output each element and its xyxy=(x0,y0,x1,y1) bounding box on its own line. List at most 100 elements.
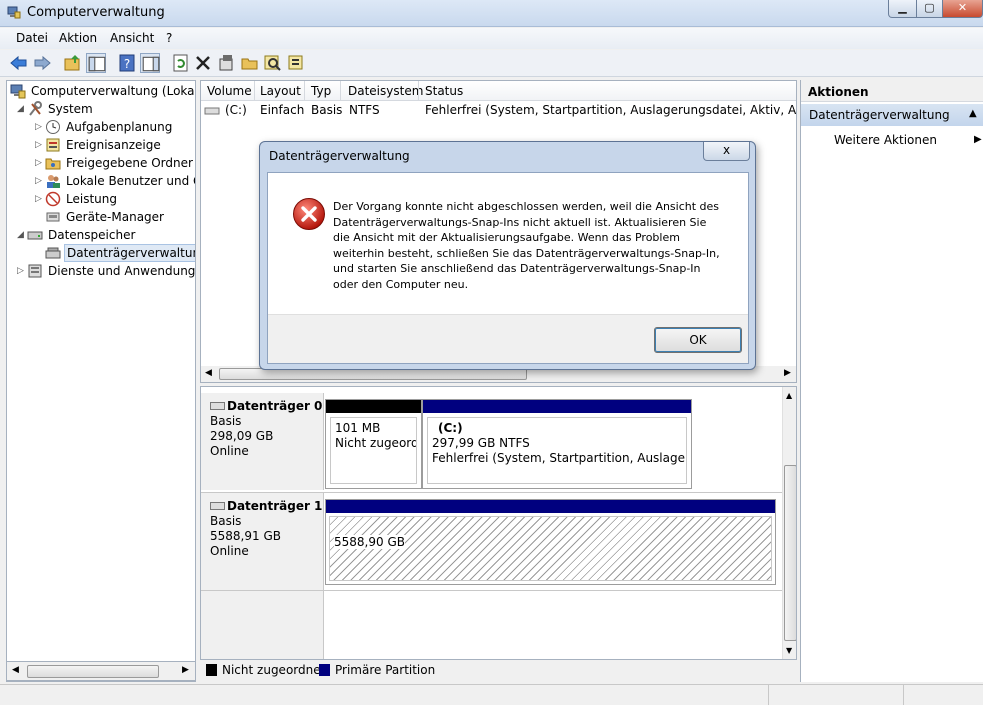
disk-1-type: Basis xyxy=(210,514,242,528)
shared-folder-icon xyxy=(45,155,61,171)
tree-item-datentraegerverwaltung[interactable]: Datenträgerverwaltung xyxy=(45,244,195,263)
actions-title: Aktionen xyxy=(801,80,983,102)
error-icon xyxy=(293,198,325,230)
tree-item-aufgabenplanung[interactable]: ▷ Aufgabenplanung xyxy=(35,119,174,137)
partition-disk1-primary[interactable]: 5588,90 GB xyxy=(325,499,776,585)
scroll-thumb[interactable] xyxy=(784,465,796,641)
back-button[interactable] xyxy=(9,53,29,73)
column-layout[interactable]: Layout xyxy=(260,84,301,98)
expand-icon[interactable]: ▷ xyxy=(35,194,45,204)
column-volume[interactable]: Volume xyxy=(207,84,252,98)
scroll-left-icon[interactable]: ◀ xyxy=(12,665,19,675)
menu-datei[interactable]: Datei xyxy=(16,31,48,45)
action-label: Weitere Aktionen xyxy=(834,133,937,147)
forward-icon xyxy=(34,55,51,71)
disk-1-info[interactable]: Datenträger 1 Basis 5588,91 GB Online xyxy=(201,493,324,590)
partition-size: 101 MB xyxy=(335,421,381,435)
menu-help[interactable]: ? xyxy=(166,31,172,45)
info-icon xyxy=(288,55,303,70)
tree-item-system[interactable]: ◢ System xyxy=(17,101,95,119)
ok-button[interactable]: OK xyxy=(654,327,742,353)
menu-aktion[interactable]: Aktion xyxy=(59,31,97,45)
svg-text:?: ? xyxy=(124,57,130,71)
disk-1-state: Online xyxy=(210,544,249,558)
tree-item-leistung[interactable]: ▷ Leistung xyxy=(35,191,119,209)
dialog-close-button[interactable]: x xyxy=(703,142,750,161)
scroll-down-icon[interactable]: ▼ xyxy=(786,646,792,655)
tree-item-datenspeicher[interactable]: ◢ Datenspeicher xyxy=(17,227,137,245)
tree-horizontal-scrollbar[interactable]: ◀ ▶ xyxy=(6,661,196,681)
navigation-tree: Computerverwaltung (Lokal) ◢ System ▷ Aufg… xyxy=(6,80,196,682)
info-button[interactable] xyxy=(286,53,306,73)
actions-pane: Aktionen Datenträgerverwaltung ▲ Weitere… xyxy=(800,80,983,682)
dialog-message: Der Vorgang konnte nicht abgeschlossen w… xyxy=(333,200,720,291)
partition-status: Nicht zugeordn xyxy=(335,436,416,450)
tree-item-lokale-benutzer[interactable]: ▷ Lokale Benutzer und Gr xyxy=(35,173,195,191)
partition-c[interactable]: (C:) 297,99 GB NTFS Fehlerfrei (System, … xyxy=(422,399,692,489)
column-typ[interactable]: Typ xyxy=(311,84,331,98)
show-tree-button[interactable] xyxy=(86,53,106,73)
tree-item-dienste[interactable]: ▷ Dienste und Anwendungen xyxy=(17,263,195,281)
tree-item-geraete-manager[interactable]: Geräte-Manager xyxy=(45,209,166,227)
refresh-button[interactable] xyxy=(171,53,191,73)
up-button[interactable] xyxy=(63,53,83,73)
cell-layout: Einfach xyxy=(260,103,305,117)
cell-status: Fehlerfrei (System, Startpartition, Ausl… xyxy=(425,103,797,117)
collapse-icon[interactable]: ◢ xyxy=(17,230,27,240)
close-icon: ✕ xyxy=(957,1,968,14)
properties-view-button[interactable] xyxy=(140,53,160,73)
expand-icon[interactable]: ▷ xyxy=(35,140,45,150)
minimize-button[interactable]: ▁ xyxy=(888,0,917,18)
tree-item-ereignisanzeige[interactable]: ▷ Ereignisanzeige xyxy=(35,137,163,155)
expand-icon[interactable]: ▷ xyxy=(35,158,45,168)
unallocated-swatch xyxy=(206,664,217,676)
partition-status: Fehlerfrei (System, Startpartition, Ausl… xyxy=(432,451,686,465)
partition-unallocated-0[interactable]: 101 MB Nicht zugeordn xyxy=(325,399,422,489)
close-button[interactable]: ✕ xyxy=(942,0,983,18)
expand-icon[interactable]: ▷ xyxy=(35,176,45,186)
open-button[interactable] xyxy=(240,53,260,73)
menu-ansicht[interactable]: Ansicht xyxy=(110,31,154,45)
settings-button[interactable] xyxy=(216,53,236,73)
actions-group-datentraegerverwaltung[interactable]: Datenträgerverwaltung ▲ xyxy=(801,104,983,126)
legend-primary: Primäre Partition xyxy=(335,663,436,677)
tree-item-freigegebene-ordner[interactable]: ▷ Freigegebene Ordner xyxy=(35,155,195,173)
expand-icon[interactable]: ▷ xyxy=(35,122,45,132)
disk-vertical-scrollbar[interactable]: ▲ ▼ xyxy=(782,387,796,659)
delete-icon xyxy=(196,56,210,70)
scroll-right-icon[interactable]: ▶ xyxy=(784,368,791,378)
search-icon xyxy=(264,55,281,71)
scroll-left-icon[interactable]: ◀ xyxy=(205,368,212,378)
delete-button[interactable] xyxy=(193,53,213,73)
disk-0-state: Online xyxy=(210,444,249,458)
scroll-up-icon[interactable]: ▲ xyxy=(786,391,792,400)
column-status[interactable]: Status xyxy=(425,84,463,98)
collapse-up-icon[interactable]: ▲ xyxy=(969,108,977,119)
column-dateisystem[interactable]: Dateisystem xyxy=(348,84,423,98)
unallocated-bar xyxy=(326,400,421,413)
computer-icon xyxy=(10,83,26,99)
maximize-button[interactable]: ▢ xyxy=(916,0,943,18)
disk-icon xyxy=(210,402,225,410)
storage-icon xyxy=(27,227,43,243)
primary-bar xyxy=(423,400,691,413)
properties-icon xyxy=(142,56,160,72)
show-tree-icon xyxy=(88,56,106,72)
disk-0-type: Basis xyxy=(210,414,242,428)
settings-icon xyxy=(219,55,233,71)
maximize-icon: ▢ xyxy=(924,1,935,14)
search-button[interactable] xyxy=(263,53,283,73)
expand-icon[interactable]: ▷ xyxy=(17,266,27,276)
action-weitere-aktionen[interactable]: Weitere Aktionen xyxy=(834,133,937,147)
disk-0-info[interactable]: Datenträger 0 Basis 298,09 GB Online xyxy=(201,393,324,490)
list-header: Volume Layout Typ Dateisystem Status xyxy=(201,81,796,101)
disk-1-name: Datenträger 1 xyxy=(227,499,323,513)
scroll-right-icon[interactable]: ▶ xyxy=(182,665,189,675)
cell-volume: (C:) xyxy=(225,103,247,117)
forward-button[interactable] xyxy=(32,53,52,73)
scroll-thumb[interactable] xyxy=(27,665,159,678)
collapse-icon[interactable]: ◢ xyxy=(17,104,27,114)
help-button[interactable]: ? xyxy=(117,53,137,73)
disk-management-icon xyxy=(45,245,61,261)
tree-item-root[interactable]: Computerverwaltung (Lokal) xyxy=(10,83,195,101)
